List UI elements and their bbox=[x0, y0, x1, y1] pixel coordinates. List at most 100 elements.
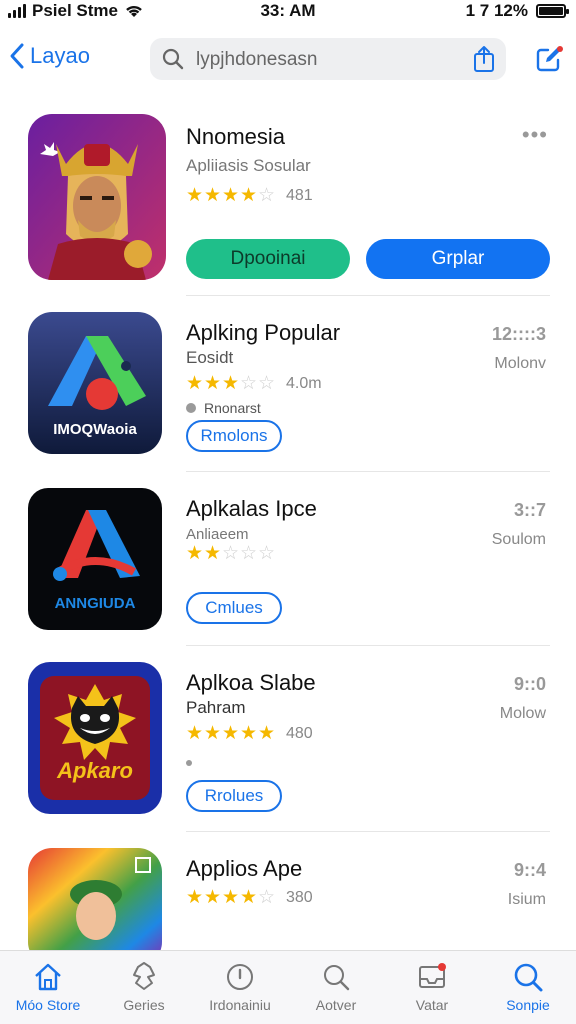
list-item[interactable]: Applios Ape ★ ★ ★ ★ ☆ 380 9::4 Isium bbox=[0, 832, 576, 966]
search-icon bbox=[162, 48, 184, 70]
a-logo-icon: ANNGIUDA bbox=[28, 488, 162, 630]
icon-caption: ANNGIUDA bbox=[54, 595, 136, 612]
star-icon: ☆ bbox=[240, 543, 258, 564]
search-query: lypjhdonesasn bbox=[196, 49, 318, 70]
tab-arcade[interactable]: Aotver bbox=[288, 951, 384, 1024]
compose-icon[interactable] bbox=[534, 44, 564, 74]
star-icon: ★ bbox=[186, 887, 204, 908]
star-icon: ★ bbox=[186, 543, 204, 564]
star-rating: ★ ★ ☆ ☆ ☆ bbox=[186, 542, 275, 565]
star-icon: ★ bbox=[186, 373, 204, 394]
search-icon bbox=[514, 963, 543, 992]
rating-count: 4.0m bbox=[286, 374, 322, 392]
meta-top: 3::7 bbox=[513, 500, 546, 520]
list-item[interactable]: IMOQWaoia Aplking Popular Eosidt ★ ★ ★ ☆ ☆ 4.… bbox=[0, 296, 576, 472]
clock-icon bbox=[227, 964, 253, 990]
star-icon: ☆ bbox=[258, 887, 276, 908]
portrait-rainbow-icon bbox=[28, 848, 162, 966]
meta-top: 9::4 bbox=[513, 860, 546, 880]
app-subtitle: Apliiasis Sosular bbox=[186, 156, 311, 175]
app-title: Aplking Popular bbox=[186, 320, 341, 345]
meta-info: 3::7 Soulom bbox=[492, 500, 546, 549]
share-icon[interactable] bbox=[472, 45, 496, 73]
list-item[interactable]: Apkaro Aplkoa Slabe Pahram ★ ★ ★ ★ ★ 480 9::0… bbox=[0, 646, 576, 832]
tab-label: Vatar bbox=[415, 997, 449, 1013]
get-button[interactable]: Cmlues bbox=[186, 592, 282, 624]
star-icon: ☆ bbox=[258, 373, 276, 394]
star-rating: ★ ★ ★ ☆ ☆ 4.0m bbox=[186, 372, 322, 395]
tab-indonesia[interactable]: Irdonainiu bbox=[192, 951, 288, 1024]
star-icon: ★ bbox=[240, 887, 258, 908]
tab-games[interactable]: Geries bbox=[96, 951, 192, 1024]
list-item[interactable]: ANNGIUDA Aplkalas Ipce Anliaeem ★ ★ ☆ ☆ ☆ 3:… bbox=[0, 472, 576, 646]
status-indicator bbox=[186, 760, 192, 766]
star-rating: ★ ★ ★ ★ ★ 480 bbox=[186, 722, 313, 745]
app-title: Nnomesia bbox=[186, 124, 286, 149]
secondary-action-button[interactable]: Grplar bbox=[366, 239, 550, 279]
star-icon: ★ bbox=[240, 185, 258, 206]
rating-count: 480 bbox=[286, 724, 313, 742]
meta-info: 12::::3 Molonv bbox=[492, 324, 546, 373]
meta-info: 9::4 Isium bbox=[508, 860, 546, 909]
star-icon: ★ bbox=[258, 723, 276, 744]
star-icon: ★ bbox=[204, 185, 222, 206]
star-icon: ★ bbox=[204, 543, 222, 564]
star-icon: ★ bbox=[204, 723, 222, 744]
status-bar: Psiel Stme 33: AM 1 7 12% bbox=[0, 0, 576, 24]
cat-badge-icon: Apkaro bbox=[28, 662, 162, 814]
star-icon: ★ bbox=[186, 185, 204, 206]
meta-info: 9::0 Molow bbox=[500, 674, 546, 723]
tab-bar: Móo Store Geries Irdonainiu Aotver Vatar bbox=[0, 950, 576, 1024]
status-dot bbox=[186, 403, 196, 413]
star-icon: ★ bbox=[204, 887, 222, 908]
star-icon: ★ bbox=[222, 723, 240, 744]
get-button[interactable]: Rmolons bbox=[186, 420, 282, 452]
meta-bottom: Molonv bbox=[494, 355, 546, 372]
search-input[interactable]: lypjhdonesasn bbox=[150, 38, 506, 80]
star-rating: ★ ★ ★ ★ ☆ 380 bbox=[186, 886, 313, 909]
meta-top: 9::0 bbox=[513, 674, 546, 694]
app-title: Aplkoa Slabe bbox=[186, 670, 316, 695]
tab-label: Móo Store bbox=[15, 997, 81, 1013]
rating-count: 481 bbox=[286, 186, 313, 204]
app-subtitle: Anliaeem bbox=[186, 526, 249, 543]
back-button[interactable]: Layao bbox=[8, 42, 90, 70]
app-subtitle: Eosidt bbox=[186, 348, 234, 367]
get-button[interactable]: Rrolues bbox=[186, 780, 282, 812]
tab-label: Sonpie bbox=[506, 997, 550, 1013]
meta-top: 12::::3 bbox=[491, 324, 546, 344]
status-dot bbox=[186, 760, 192, 766]
warrior-helmet-icon bbox=[28, 114, 166, 280]
tab-store[interactable]: Móo Store bbox=[0, 951, 96, 1024]
more-icon[interactable]: ••• bbox=[522, 122, 548, 148]
search-icon bbox=[324, 965, 350, 991]
battery-icon bbox=[536, 4, 569, 18]
status-right: 1 7 12% bbox=[466, 1, 569, 21]
tab-updates[interactable]: Vatar bbox=[384, 951, 480, 1024]
star-icon: ★ bbox=[240, 723, 258, 744]
list-item[interactable]: Nnomesia Apliiasis Sosular ★ ★ ★ ★ ☆ 481 ••• … bbox=[0, 100, 576, 296]
home-icon bbox=[35, 963, 61, 991]
meta-bottom: Soulom bbox=[491, 531, 546, 548]
star-icon: ★ bbox=[222, 887, 240, 908]
star-icon: ☆ bbox=[258, 543, 276, 564]
chevron-left-icon bbox=[10, 43, 24, 69]
tab-search[interactable]: Sonpie bbox=[480, 951, 576, 1024]
meta-bottom: Molow bbox=[499, 705, 546, 722]
inbox-icon bbox=[419, 963, 446, 988]
star-icon: ★ bbox=[204, 373, 222, 394]
primary-action-button[interactable]: Dpooinai bbox=[186, 239, 350, 279]
tab-label: Geries bbox=[123, 997, 165, 1013]
status-text: Rnonarst bbox=[204, 400, 261, 416]
star-icon: ★ bbox=[186, 723, 204, 744]
nav-bar: Layao lypjhdonesasn bbox=[0, 34, 576, 84]
back-label: Layao bbox=[30, 43, 90, 68]
star-icon: ☆ bbox=[222, 543, 240, 564]
star-rating: ★ ★ ★ ★ ☆ 481 bbox=[186, 184, 313, 207]
icon-caption: IMOQWaoia bbox=[53, 421, 137, 438]
triangle-logo-icon: IMOQWaoia bbox=[28, 312, 162, 454]
app-title: Applios Ape bbox=[186, 856, 303, 881]
meta-bottom: Isium bbox=[507, 891, 546, 908]
app-subtitle: Pahram bbox=[186, 698, 246, 717]
status-indicator: Rnonarst bbox=[186, 400, 261, 416]
